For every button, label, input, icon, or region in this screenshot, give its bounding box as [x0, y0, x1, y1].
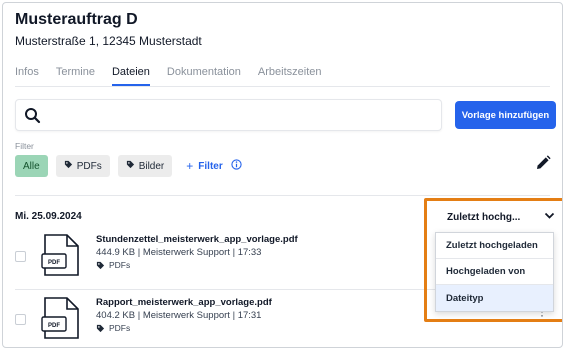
edit-pencil-icon[interactable] — [535, 155, 551, 176]
sort-option-zuletzt-hochgeladen[interactable]: Zuletzt hochgeladen — [436, 233, 553, 259]
tag-icon — [64, 160, 73, 172]
search-box[interactable] — [15, 99, 442, 131]
file-name[interactable]: Stundenzettel_meisterwerk_app_vorlage.pd… — [96, 234, 298, 245]
filter-chips: Alle PDFs Bilder + Filter — [15, 155, 242, 177]
filter-label: Filter — [15, 141, 34, 151]
tag-icon — [96, 324, 105, 332]
tag-icon — [126, 160, 135, 172]
file-meta: 404.2 KB | Meisterwerk Support | 17:31 — [96, 310, 262, 321]
page-title: Musterauftrag D — [15, 11, 138, 28]
file-tag-label: PDFs — [109, 260, 131, 270]
search-input[interactable] — [50, 106, 430, 126]
add-filter-label: Filter — [198, 160, 223, 172]
add-template-button[interactable]: Vorlage hinzufügen — [455, 101, 556, 129]
file-tag: PDFs — [96, 323, 130, 333]
file-checkbox[interactable] — [15, 251, 26, 262]
plus-icon: + — [186, 159, 194, 173]
sort-selected-value: Zuletzt hochg... — [447, 211, 521, 223]
svg-text:PDF: PDF — [48, 260, 60, 266]
svg-text:PDF: PDF — [48, 323, 60, 329]
chevron-down-icon — [544, 212, 555, 223]
file-row[interactable]: PDF Stundenzettel_meisterwerk_app_vorlag… — [15, 234, 415, 278]
file-name[interactable]: Rapport_meisterwerk_app_vorlage.pdf — [96, 297, 272, 308]
add-filter-button[interactable]: + Filter — [186, 159, 222, 173]
order-address: Musterstraße 1, 12345 Musterstadt — [15, 34, 202, 48]
file-row[interactable]: PDF Rapport_meisterwerk_app_vorlage.pdf … — [15, 297, 415, 341]
file-tag-label: PDFs — [109, 323, 131, 333]
group-date: Mi. 25.09.2024 — [15, 211, 82, 222]
file-checkbox[interactable] — [15, 314, 26, 325]
pdf-file-icon: PDF — [41, 234, 81, 281]
filter-chip-bilder[interactable]: Bilder — [117, 155, 173, 177]
file-meta: 444.9 KB | Meisterwerk Support | 17:33 — [96, 247, 262, 258]
filter-chip-label: Alle — [23, 160, 40, 172]
search-icon — [24, 107, 41, 129]
tab-termine[interactable]: Termine — [56, 66, 95, 86]
file-tag: PDFs — [96, 260, 130, 270]
filter-chip-alle[interactable]: Alle — [15, 155, 48, 177]
filter-chip-label: PDFs — [76, 160, 102, 172]
sort-option-dateityp[interactable]: Dateityp — [436, 285, 553, 311]
sort-option-hochgeladen-von[interactable]: Hochgeladen von — [436, 259, 553, 285]
file-panel: Musterauftrag D Musterstraße 1, 12345 Mu… — [2, 2, 563, 348]
filter-chip-label: Bilder — [138, 160, 165, 172]
tab-arbeitszeiten[interactable]: Arbeitszeiten — [258, 66, 322, 86]
tab-dokumentation[interactable]: Dokumentation — [167, 66, 241, 86]
sort-dropdown[interactable]: Zuletzt hochg... — [435, 207, 555, 227]
info-icon[interactable] — [231, 157, 242, 175]
tab-dateien[interactable]: Dateien — [111, 66, 150, 86]
tag-icon — [96, 261, 105, 269]
tabs-divider — [15, 86, 550, 87]
sort-options-menu: Zuletzt hochgeladen Hochgeladen von Date… — [435, 232, 554, 312]
section-divider — [15, 195, 550, 196]
pdf-file-icon: PDF — [41, 297, 81, 344]
filter-chip-pdfs[interactable]: PDFs — [55, 155, 110, 177]
tab-bar: Infos Termine Dateien Dokumentation Arbe… — [15, 66, 339, 86]
tab-infos[interactable]: Infos — [15, 66, 39, 86]
